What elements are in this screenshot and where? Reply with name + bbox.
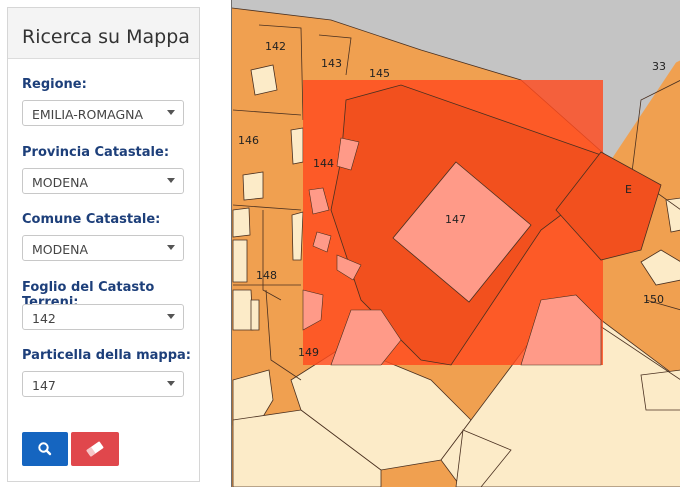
label-143: 143 xyxy=(321,57,342,70)
chevron-down-icon xyxy=(167,110,175,115)
label-145: 145 xyxy=(369,67,390,80)
chevron-down-icon xyxy=(167,381,175,386)
foglio-select[interactable]: 142 xyxy=(22,304,184,330)
provincia-select[interactable]: MODENA xyxy=(22,168,184,194)
building-146a xyxy=(242,171,264,201)
label-142: 142 xyxy=(265,40,286,53)
building-148c xyxy=(250,299,260,331)
chevron-down-icon xyxy=(167,314,175,319)
chevron-down-icon xyxy=(167,245,175,250)
comune-select[interactable]: MODENA xyxy=(22,235,184,261)
label-33: 33 xyxy=(652,60,666,73)
search-icon xyxy=(38,442,52,456)
clear-button[interactable] xyxy=(71,432,119,466)
search-button[interactable] xyxy=(22,432,68,466)
comune-label: Comune Catastale: xyxy=(22,212,161,227)
building-144a xyxy=(290,127,304,165)
label-144: 144 xyxy=(313,157,334,170)
regione-label: Regione: xyxy=(22,77,87,92)
particella-label: Particella della mappa: xyxy=(22,348,191,363)
label-150: 150 xyxy=(643,293,664,306)
provincia-value: MODENA xyxy=(32,175,89,190)
foglio-value: 142 xyxy=(32,311,56,326)
cadastral-map[interactable]: 142 143 145 33 146 144 147 E 148 150 149 xyxy=(231,0,680,487)
regione-select[interactable]: EMILIA-ROMAGNA xyxy=(22,100,184,126)
provincia-label: Provincia Catastale: xyxy=(22,145,170,160)
building-148d xyxy=(291,211,304,261)
regione-value: EMILIA-ROMAGNA xyxy=(32,107,144,122)
comune-value: MODENA xyxy=(32,242,89,257)
eraser-icon xyxy=(86,441,104,457)
label-146: 146 xyxy=(238,134,259,147)
building-150c xyxy=(640,369,680,411)
building-146b xyxy=(232,207,251,238)
label-149: 149 xyxy=(298,346,319,359)
building-142 xyxy=(250,64,278,96)
label-E: E xyxy=(625,183,632,196)
panel-title: Ricerca su Mappa xyxy=(22,26,190,48)
particella-select[interactable]: 147 xyxy=(22,371,184,397)
particella-value: 147 xyxy=(32,378,56,393)
label-148: 148 xyxy=(256,269,277,282)
search-panel: Ricerca su Mappa Regione: EMILIA-ROMAGNA… xyxy=(7,7,200,482)
chevron-down-icon xyxy=(167,178,175,183)
building-148b xyxy=(232,289,254,331)
label-147: 147 xyxy=(445,213,466,226)
building-148a xyxy=(232,239,248,283)
